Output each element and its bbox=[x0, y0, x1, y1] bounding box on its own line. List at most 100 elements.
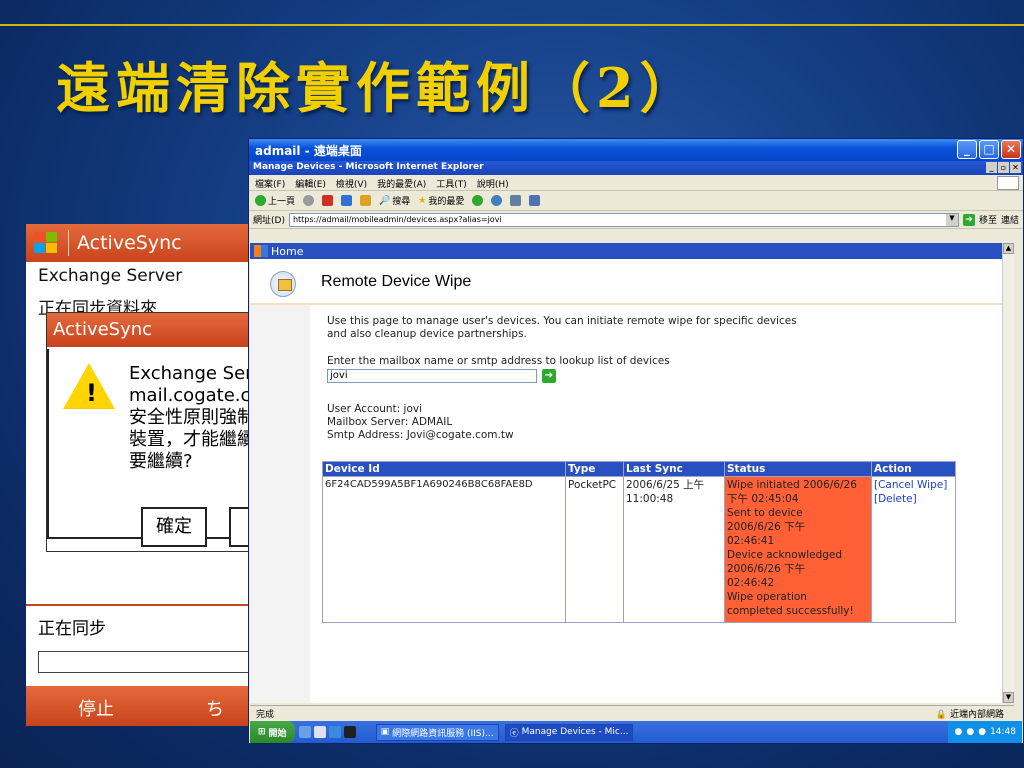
print-icon[interactable] bbox=[510, 195, 522, 206]
mailbox-lookup-input[interactable]: jovi bbox=[327, 369, 537, 383]
intro-text: Use this page to manage user's devices. … bbox=[327, 315, 797, 340]
menu-favorites[interactable]: 我的最愛(A) bbox=[377, 177, 426, 190]
taskbar: ⊞ 開始 ▣ 網際網路資訊服務 (IIS)... ⓔ Manage Device… bbox=[250, 721, 1022, 743]
go-arrow-icon[interactable]: ➔ bbox=[962, 213, 975, 226]
windows-logo-icon bbox=[32, 231, 60, 255]
menu-edit[interactable]: 編輯(E) bbox=[295, 177, 326, 190]
activesync-dialog: ActiveSync ! Exchange Ser mail.cogate.cc… bbox=[46, 312, 266, 552]
title-separator bbox=[68, 230, 69, 256]
search-button[interactable]: 🔎 搜尋 bbox=[379, 194, 410, 208]
task-label-iis: 網際網路資訊服務 (IIS)... bbox=[392, 728, 494, 739]
links-label[interactable]: 連結 bbox=[1001, 213, 1019, 226]
menu-tools[interactable]: 工具(T) bbox=[436, 177, 467, 190]
back-button[interactable]: 上一頁 bbox=[255, 194, 295, 207]
minimize-icon[interactable]: _ bbox=[957, 140, 977, 159]
command-prompt-icon[interactable] bbox=[343, 726, 356, 738]
status-line: Wipe initiated 2006/6/26 bbox=[727, 479, 857, 491]
ie-launch-icon[interactable] bbox=[328, 726, 341, 738]
dialog-body: ! Exchange Ser mail.cogate.cc 安全性原則強制 裝置… bbox=[47, 349, 266, 547]
left-pane bbox=[250, 305, 310, 703]
back-arrow-icon bbox=[255, 195, 266, 206]
menu-file[interactable]: 檔案(F) bbox=[255, 177, 285, 190]
ie-minimize-icon[interactable]: _ bbox=[986, 162, 997, 173]
rdp-title-bar[interactable]: admail - 遠端桌面 _ □ ✕ bbox=[249, 139, 1023, 161]
type-cell: PocketPC bbox=[565, 476, 624, 623]
ie-menu-bar: 檔案(F) 編輯(E) 檢視(V) 我的最愛(A) 工具(T) 說明(H) bbox=[249, 175, 1023, 191]
search-icon: 🔎 bbox=[379, 195, 391, 206]
sync-progress-bar bbox=[38, 651, 254, 673]
stop-icon[interactable] bbox=[322, 195, 334, 206]
menu-help[interactable]: 說明(H) bbox=[477, 177, 509, 190]
last-sync-time: 11:00:48 bbox=[626, 493, 674, 505]
cancel-wipe-link[interactable]: [Cancel Wipe] bbox=[874, 478, 953, 492]
go-label[interactable]: 移至 bbox=[979, 213, 997, 226]
sync-status-area: 正在同步 bbox=[26, 604, 266, 677]
clock: 14:48 bbox=[990, 727, 1016, 737]
ie-address-bar: 網址(D) https://admail/mobileadmin/devices… bbox=[249, 211, 1023, 229]
softkey-right[interactable]: ち bbox=[206, 695, 224, 721]
history-icon[interactable] bbox=[472, 195, 484, 206]
refresh-icon[interactable] bbox=[341, 195, 353, 206]
pocketpc-softkey-bar: 停止 ち bbox=[26, 686, 266, 726]
scroll-up-icon[interactable]: ▲ bbox=[1003, 243, 1014, 254]
edit-icon[interactable] bbox=[529, 195, 541, 206]
stop-softkey[interactable]: 停止 bbox=[78, 695, 114, 721]
iis-icon: ▣ bbox=[380, 727, 390, 737]
address-input[interactable]: https://admail/mobileadmin/devices.aspx?… bbox=[288, 212, 959, 227]
forward-icon[interactable] bbox=[303, 195, 315, 206]
quick-launch-icon[interactable] bbox=[298, 726, 311, 738]
home-icon[interactable] bbox=[360, 195, 372, 206]
delete-link[interactable]: [Delete] bbox=[874, 492, 953, 506]
menu-view[interactable]: 檢視(V) bbox=[336, 177, 367, 190]
pocketpc-app-title: ActiveSync bbox=[77, 232, 182, 254]
ie-toolbar: 上一頁 🔎 搜尋 ★ 我的最愛 bbox=[249, 191, 1023, 211]
status-line: 02:46:42 bbox=[727, 577, 775, 589]
lookup-go-icon[interactable]: ➔ bbox=[542, 369, 556, 383]
col-device-id: Device Id bbox=[322, 461, 566, 477]
slide-title: 遠端清除實作範例（2） bbox=[56, 56, 700, 120]
pocketpc-screen: ActiveSync Exchange Server 正在同步資料來 Activ… bbox=[26, 224, 266, 726]
mail-icon[interactable] bbox=[491, 195, 503, 206]
chevron-down-icon[interactable]: ▼ bbox=[945, 213, 958, 226]
scroll-down-icon[interactable]: ▼ bbox=[1003, 692, 1014, 703]
vertical-scrollbar[interactable]: ▲ ▼ bbox=[1002, 243, 1014, 703]
address-label: 網址(D) bbox=[253, 216, 285, 226]
maximize-icon[interactable]: □ bbox=[979, 140, 999, 159]
ie-title-bar[interactable]: Manage Devices - Microsoft Internet Expl… bbox=[249, 161, 1023, 175]
lock-icon: 🔒 bbox=[935, 710, 948, 720]
dialog-title: ActiveSync bbox=[47, 313, 265, 347]
home-link[interactable]: Home bbox=[271, 245, 303, 258]
ok-button[interactable]: 確定 bbox=[141, 507, 207, 547]
device-icon bbox=[270, 271, 296, 297]
close-icon[interactable]: ✕ bbox=[1001, 140, 1021, 159]
ie-icon: ⓔ bbox=[509, 728, 519, 739]
start-button[interactable]: ⊞ 開始 bbox=[250, 721, 295, 743]
zone-text: 近端內部網路 bbox=[949, 710, 1004, 720]
favorites-button[interactable]: ★ 我的最愛 bbox=[418, 194, 464, 208]
ie-close-icon[interactable]: ✕ bbox=[1010, 162, 1021, 173]
tray-network-icon[interactable]: ● bbox=[954, 727, 962, 737]
taskbar-item-iis[interactable]: ▣ 網際網路資訊服務 (IIS)... bbox=[375, 723, 499, 741]
action-cell: [Cancel Wipe] [Delete] bbox=[871, 476, 956, 623]
remote-desktop-window: admail - 遠端桌面 _ □ ✕ Manage Devices - Mic… bbox=[248, 138, 1024, 744]
dialog-message: Exchange Ser mail.cogate.cc 安全性原則強制 裝置，才… bbox=[129, 363, 261, 472]
tray-volume-icon[interactable]: ● bbox=[978, 727, 986, 737]
pocketpc-title-bar: ActiveSync bbox=[26, 224, 266, 262]
quick-launch-icon[interactable] bbox=[313, 726, 326, 738]
last-sync-cell: 2006/6/25 上午 11:00:48 bbox=[623, 476, 725, 623]
taskbar-item-manage-devices[interactable]: ⓔ Manage Devices - Mic... bbox=[504, 723, 634, 741]
col-type: Type bbox=[565, 461, 624, 477]
last-sync-date: 2006/6/25 上午 bbox=[626, 479, 705, 491]
start-label: 開始 bbox=[268, 728, 287, 739]
status-line: Device acknowledged bbox=[727, 549, 843, 561]
title-rule bbox=[0, 24, 1024, 26]
tray-shield-icon[interactable]: ● bbox=[966, 727, 974, 737]
status-line: 2006/6/26 下午 bbox=[727, 521, 806, 533]
security-zone: 🔒 近端內部網路 bbox=[936, 707, 1004, 720]
lookup-label: Enter the mailbox name or smtp address t… bbox=[327, 355, 670, 367]
user-info: User Account: jovi Mailbox Server: ADMAI… bbox=[327, 403, 514, 441]
status-line: Wipe operation bbox=[727, 591, 807, 603]
address-url: https://admail/mobileadmin/devices.aspx?… bbox=[292, 214, 502, 224]
ie-restore-icon[interactable]: ▫ bbox=[998, 162, 1009, 173]
ie-content: Home Remote Device Wipe Use this page to… bbox=[250, 243, 1014, 703]
